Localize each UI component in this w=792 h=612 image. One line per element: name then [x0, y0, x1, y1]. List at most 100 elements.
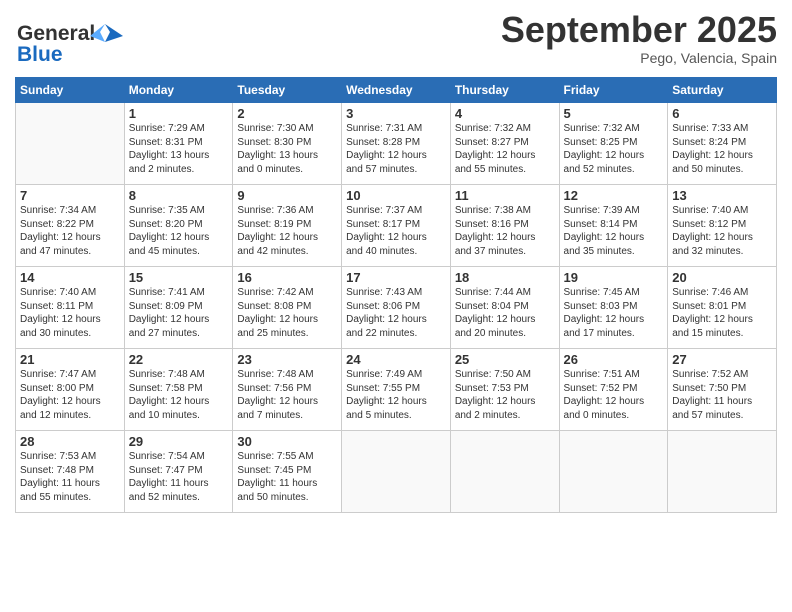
day-number: 28: [20, 434, 120, 449]
day-number: 21: [20, 352, 120, 367]
day-number: 3: [346, 106, 446, 121]
day-number: 4: [455, 106, 555, 121]
day-number: 24: [346, 352, 446, 367]
logo-svg: General Blue: [15, 14, 125, 66]
day-info: Sunrise: 7:34 AMSunset: 8:22 PMDaylight:…: [20, 204, 120, 258]
calendar-cell: 4Sunrise: 7:32 AMSunset: 8:27 PMDaylight…: [450, 103, 559, 185]
day-info: Sunrise: 7:39 AMSunset: 8:14 PMDaylight:…: [564, 204, 664, 258]
week-row-1: 7Sunrise: 7:34 AMSunset: 8:22 PMDaylight…: [16, 185, 777, 267]
calendar-cell: [559, 431, 668, 513]
calendar-cell: 27Sunrise: 7:52 AMSunset: 7:50 PMDayligh…: [668, 349, 777, 431]
day-info: Sunrise: 7:33 AMSunset: 8:24 PMDaylight:…: [672, 122, 772, 176]
day-info: Sunrise: 7:42 AMSunset: 8:08 PMDaylight:…: [237, 286, 337, 340]
header-row: Sunday Monday Tuesday Wednesday Thursday…: [16, 78, 777, 103]
day-info: Sunrise: 7:29 AMSunset: 8:31 PMDaylight:…: [129, 122, 229, 176]
calendar-cell: [450, 431, 559, 513]
day-info: Sunrise: 7:36 AMSunset: 8:19 PMDaylight:…: [237, 204, 337, 258]
week-row-4: 28Sunrise: 7:53 AMSunset: 7:48 PMDayligh…: [16, 431, 777, 513]
col-thursday: Thursday: [450, 78, 559, 103]
day-number: 22: [129, 352, 229, 367]
day-info: Sunrise: 7:40 AMSunset: 8:12 PMDaylight:…: [672, 204, 772, 258]
calendar-cell: 22Sunrise: 7:48 AMSunset: 7:58 PMDayligh…: [124, 349, 233, 431]
day-number: 27: [672, 352, 772, 367]
day-info: Sunrise: 7:45 AMSunset: 8:03 PMDaylight:…: [564, 286, 664, 340]
day-info: Sunrise: 7:44 AMSunset: 8:04 PMDaylight:…: [455, 286, 555, 340]
day-number: 30: [237, 434, 337, 449]
calendar-cell: 29Sunrise: 7:54 AMSunset: 7:47 PMDayligh…: [124, 431, 233, 513]
day-info: Sunrise: 7:48 AMSunset: 7:56 PMDaylight:…: [237, 368, 337, 422]
day-number: 25: [455, 352, 555, 367]
day-info: Sunrise: 7:48 AMSunset: 7:58 PMDaylight:…: [129, 368, 229, 422]
day-number: 13: [672, 188, 772, 203]
day-number: 8: [129, 188, 229, 203]
calendar-cell: 6Sunrise: 7:33 AMSunset: 8:24 PMDaylight…: [668, 103, 777, 185]
day-info: Sunrise: 7:41 AMSunset: 8:09 PMDaylight:…: [129, 286, 229, 340]
calendar-table: Sunday Monday Tuesday Wednesday Thursday…: [15, 77, 777, 513]
day-number: 10: [346, 188, 446, 203]
calendar-cell: 9Sunrise: 7:36 AMSunset: 8:19 PMDaylight…: [233, 185, 342, 267]
week-row-3: 21Sunrise: 7:47 AMSunset: 8:00 PMDayligh…: [16, 349, 777, 431]
day-number: 11: [455, 188, 555, 203]
calendar-cell: 8Sunrise: 7:35 AMSunset: 8:20 PMDaylight…: [124, 185, 233, 267]
day-number: 15: [129, 270, 229, 285]
calendar-cell: 11Sunrise: 7:38 AMSunset: 8:16 PMDayligh…: [450, 185, 559, 267]
day-number: 5: [564, 106, 664, 121]
calendar-cell: 26Sunrise: 7:51 AMSunset: 7:52 PMDayligh…: [559, 349, 668, 431]
day-number: 2: [237, 106, 337, 121]
day-info: Sunrise: 7:49 AMSunset: 7:55 PMDaylight:…: [346, 368, 446, 422]
week-row-2: 14Sunrise: 7:40 AMSunset: 8:11 PMDayligh…: [16, 267, 777, 349]
svg-text:General: General: [17, 22, 95, 45]
calendar-cell: 30Sunrise: 7:55 AMSunset: 7:45 PMDayligh…: [233, 431, 342, 513]
day-number: 16: [237, 270, 337, 285]
page: General Blue September 2025 Pego, Valenc…: [0, 0, 792, 612]
day-number: 12: [564, 188, 664, 203]
day-info: Sunrise: 7:30 AMSunset: 8:30 PMDaylight:…: [237, 122, 337, 176]
header: General Blue September 2025 Pego, Valenc…: [15, 10, 777, 71]
day-info: Sunrise: 7:32 AMSunset: 8:27 PMDaylight:…: [455, 122, 555, 176]
calendar-cell: 10Sunrise: 7:37 AMSunset: 8:17 PMDayligh…: [342, 185, 451, 267]
calendar-cell: 2Sunrise: 7:30 AMSunset: 8:30 PMDaylight…: [233, 103, 342, 185]
day-info: Sunrise: 7:54 AMSunset: 7:47 PMDaylight:…: [129, 450, 229, 504]
day-number: 17: [346, 270, 446, 285]
calendar-cell: [342, 431, 451, 513]
day-number: 29: [129, 434, 229, 449]
title-block: September 2025 Pego, Valencia, Spain: [501, 10, 777, 66]
day-info: Sunrise: 7:35 AMSunset: 8:20 PMDaylight:…: [129, 204, 229, 258]
day-info: Sunrise: 7:50 AMSunset: 7:53 PMDaylight:…: [455, 368, 555, 422]
day-number: 6: [672, 106, 772, 121]
day-info: Sunrise: 7:51 AMSunset: 7:52 PMDaylight:…: [564, 368, 664, 422]
calendar-cell: 1Sunrise: 7:29 AMSunset: 8:31 PMDaylight…: [124, 103, 233, 185]
day-number: 1: [129, 106, 229, 121]
calendar-cell: 3Sunrise: 7:31 AMSunset: 8:28 PMDaylight…: [342, 103, 451, 185]
day-info: Sunrise: 7:43 AMSunset: 8:06 PMDaylight:…: [346, 286, 446, 340]
day-info: Sunrise: 7:46 AMSunset: 8:01 PMDaylight:…: [672, 286, 772, 340]
calendar-cell: 12Sunrise: 7:39 AMSunset: 8:14 PMDayligh…: [559, 185, 668, 267]
day-number: 7: [20, 188, 120, 203]
calendar-body: 1Sunrise: 7:29 AMSunset: 8:31 PMDaylight…: [16, 103, 777, 513]
calendar-cell: 17Sunrise: 7:43 AMSunset: 8:06 PMDayligh…: [342, 267, 451, 349]
day-number: 26: [564, 352, 664, 367]
col-saturday: Saturday: [668, 78, 777, 103]
calendar-cell: 21Sunrise: 7:47 AMSunset: 8:00 PMDayligh…: [16, 349, 125, 431]
day-info: Sunrise: 7:40 AMSunset: 8:11 PMDaylight:…: [20, 286, 120, 340]
day-number: 20: [672, 270, 772, 285]
col-wednesday: Wednesday: [342, 78, 451, 103]
calendar-cell: [668, 431, 777, 513]
calendar-cell: 13Sunrise: 7:40 AMSunset: 8:12 PMDayligh…: [668, 185, 777, 267]
day-number: 23: [237, 352, 337, 367]
calendar-cell: 25Sunrise: 7:50 AMSunset: 7:53 PMDayligh…: [450, 349, 559, 431]
calendar-cell: [16, 103, 125, 185]
col-monday: Monday: [124, 78, 233, 103]
day-number: 19: [564, 270, 664, 285]
col-friday: Friday: [559, 78, 668, 103]
calendar-cell: 23Sunrise: 7:48 AMSunset: 7:56 PMDayligh…: [233, 349, 342, 431]
day-info: Sunrise: 7:38 AMSunset: 8:16 PMDaylight:…: [455, 204, 555, 258]
calendar-cell: 16Sunrise: 7:42 AMSunset: 8:08 PMDayligh…: [233, 267, 342, 349]
month-title: September 2025: [501, 10, 777, 50]
col-sunday: Sunday: [16, 78, 125, 103]
calendar-cell: 5Sunrise: 7:32 AMSunset: 8:25 PMDaylight…: [559, 103, 668, 185]
calendar-cell: 19Sunrise: 7:45 AMSunset: 8:03 PMDayligh…: [559, 267, 668, 349]
day-number: 18: [455, 270, 555, 285]
calendar-cell: 15Sunrise: 7:41 AMSunset: 8:09 PMDayligh…: [124, 267, 233, 349]
svg-text:Blue: Blue: [17, 43, 63, 66]
